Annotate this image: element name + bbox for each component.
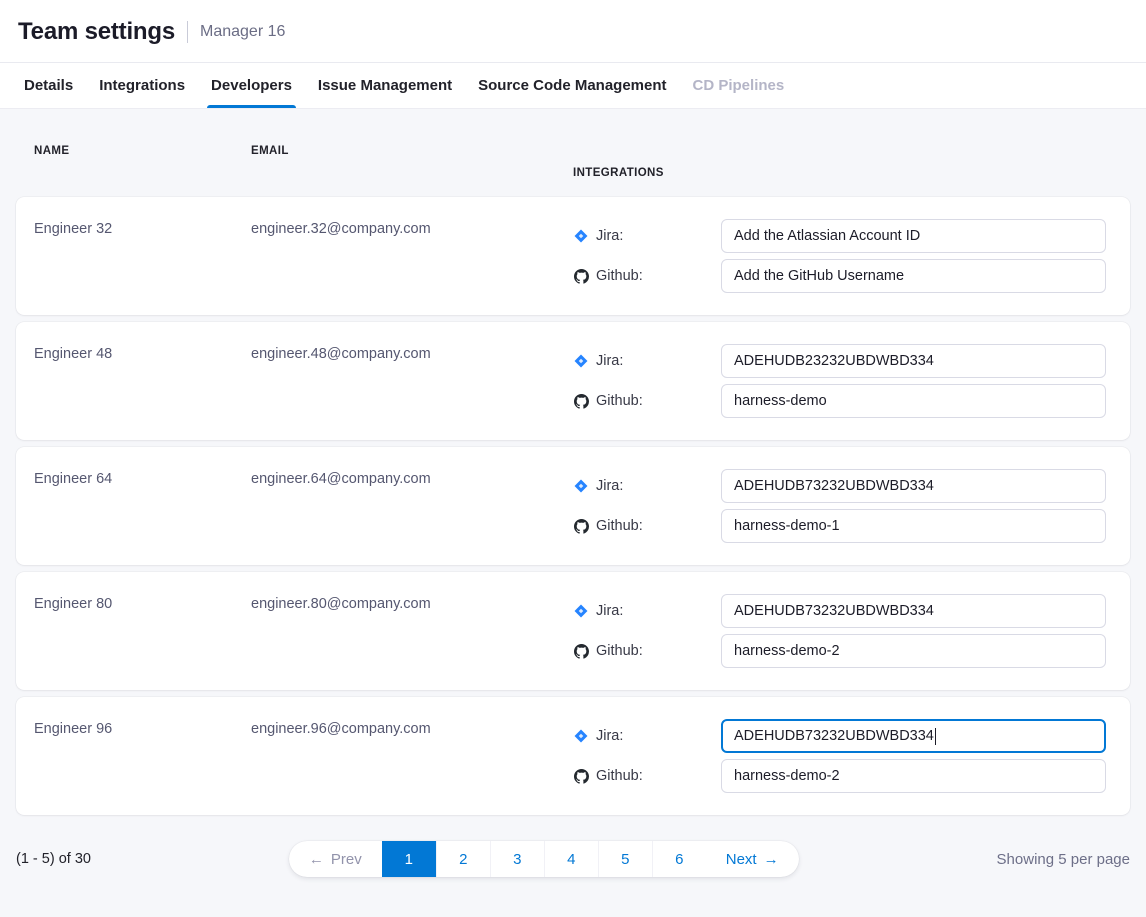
jira-input[interactable] bbox=[721, 344, 1106, 378]
pagination-bar: (1 - 5) of 30 ← Prev 1 2 3 4 5 6 Next → … bbox=[16, 841, 1130, 877]
github-input[interactable] bbox=[721, 634, 1106, 668]
result-range-text: (1 - 5) of 30 bbox=[16, 851, 91, 867]
github-label: Github: bbox=[573, 768, 721, 784]
tab-developers[interactable]: Developers bbox=[211, 63, 292, 108]
per-page-text: Showing 5 per page bbox=[997, 851, 1130, 868]
jira-label-text: Jira: bbox=[596, 728, 623, 744]
tab-bar: Details Integrations Developers Issue Ma… bbox=[0, 63, 1146, 109]
pagination: ← Prev 1 2 3 4 5 6 Next → bbox=[289, 841, 799, 877]
jira-label: Jira: bbox=[573, 728, 721, 744]
github-label-text: Github: bbox=[596, 518, 643, 534]
column-header-email: EMAIL bbox=[251, 145, 573, 179]
github-icon bbox=[573, 519, 589, 534]
github-icon bbox=[573, 394, 589, 409]
right-arrow-icon: → bbox=[764, 851, 779, 868]
jira-label-text: Jira: bbox=[596, 478, 623, 494]
github-icon bbox=[573, 269, 589, 284]
jira-label: Jira: bbox=[573, 228, 721, 244]
table-row: Engineer 48 engineer.48@company.com Jira… bbox=[16, 322, 1130, 440]
github-input[interactable] bbox=[721, 759, 1106, 793]
developer-name: Engineer 64 bbox=[34, 447, 251, 565]
jira-input[interactable] bbox=[721, 219, 1106, 253]
column-header-name: NAME bbox=[34, 145, 251, 179]
table-row: Engineer 64 engineer.64@company.com Jira… bbox=[16, 447, 1130, 565]
page-button-6[interactable]: 6 bbox=[652, 841, 706, 877]
page-button-5[interactable]: 5 bbox=[598, 841, 652, 877]
developer-email: engineer.80@company.com bbox=[251, 572, 573, 690]
jira-label-text: Jira: bbox=[596, 603, 623, 619]
text-caret bbox=[935, 728, 937, 745]
table-row: Engineer 96 engineer.96@company.com Jira… bbox=[16, 697, 1130, 815]
developer-name: Engineer 32 bbox=[34, 197, 251, 315]
left-arrow-icon: ← bbox=[309, 851, 324, 868]
page-header: Team settings Manager 16 bbox=[0, 0, 1146, 63]
next-page-button[interactable]: Next → bbox=[706, 841, 799, 877]
github-input[interactable] bbox=[721, 384, 1106, 418]
github-label: Github: bbox=[573, 518, 721, 534]
jira-label-text: Jira: bbox=[596, 353, 623, 369]
github-icon bbox=[573, 769, 589, 784]
github-label-text: Github: bbox=[596, 268, 643, 284]
jira-icon bbox=[573, 479, 589, 493]
github-label-text: Github: bbox=[596, 393, 643, 409]
developer-name: Engineer 48 bbox=[34, 322, 251, 440]
page-button-4[interactable]: 4 bbox=[544, 841, 598, 877]
page-button-1[interactable]: 1 bbox=[382, 841, 436, 877]
github-label-text: Github: bbox=[596, 643, 643, 659]
page-subtitle: Manager 16 bbox=[200, 23, 285, 41]
prev-label: Prev bbox=[331, 851, 362, 868]
table-row: Engineer 32 engineer.32@company.com Jira… bbox=[16, 197, 1130, 315]
github-input[interactable] bbox=[721, 509, 1106, 543]
tab-cd-pipelines[interactable]: CD Pipelines bbox=[693, 63, 785, 108]
prev-page-button[interactable]: ← Prev bbox=[289, 841, 382, 877]
jira-input[interactable] bbox=[721, 594, 1106, 628]
github-icon bbox=[573, 644, 589, 659]
jira-icon bbox=[573, 604, 589, 618]
jira-icon bbox=[573, 729, 589, 743]
github-label-text: Github: bbox=[596, 768, 643, 784]
jira-input[interactable] bbox=[721, 469, 1106, 503]
tab-issue-management[interactable]: Issue Management bbox=[318, 63, 452, 108]
jira-input[interactable]: ADEHUDB73232UBDWBD334 bbox=[721, 719, 1106, 753]
jira-label: Jira: bbox=[573, 353, 721, 369]
developer-email: engineer.32@company.com bbox=[251, 197, 573, 315]
developer-name: Engineer 80 bbox=[34, 572, 251, 690]
github-label: Github: bbox=[573, 643, 721, 659]
table-header-row: NAME EMAIL INTEGRATIONS bbox=[16, 109, 1130, 197]
table-row: Engineer 80 engineer.80@company.com Jira… bbox=[16, 572, 1130, 690]
developer-email: engineer.96@company.com bbox=[251, 697, 573, 815]
jira-label: Jira: bbox=[573, 478, 721, 494]
jira-input-value: ADEHUDB73232UBDWBD334 bbox=[734, 728, 934, 744]
tab-details[interactable]: Details bbox=[24, 63, 73, 108]
github-label: Github: bbox=[573, 393, 721, 409]
github-label: Github: bbox=[573, 268, 721, 284]
tab-source-code-management[interactable]: Source Code Management bbox=[478, 63, 666, 108]
page-button-3[interactable]: 3 bbox=[490, 841, 544, 877]
tab-integrations[interactable]: Integrations bbox=[99, 63, 185, 108]
developer-email: engineer.48@company.com bbox=[251, 322, 573, 440]
page-button-2[interactable]: 2 bbox=[436, 841, 490, 877]
next-label: Next bbox=[726, 851, 757, 868]
jira-label: Jira: bbox=[573, 603, 721, 619]
title-divider bbox=[187, 21, 188, 43]
column-header-integrations: INTEGRATIONS bbox=[573, 145, 1130, 179]
jira-icon bbox=[573, 354, 589, 368]
jira-label-text: Jira: bbox=[596, 228, 623, 244]
developer-email: engineer.64@company.com bbox=[251, 447, 573, 565]
github-input[interactable] bbox=[721, 259, 1106, 293]
jira-icon bbox=[573, 229, 589, 243]
page-title: Team settings bbox=[18, 18, 175, 46]
developer-name: Engineer 96 bbox=[34, 697, 251, 815]
developers-panel: NAME EMAIL INTEGRATIONS Engineer 32 engi… bbox=[0, 109, 1146, 917]
